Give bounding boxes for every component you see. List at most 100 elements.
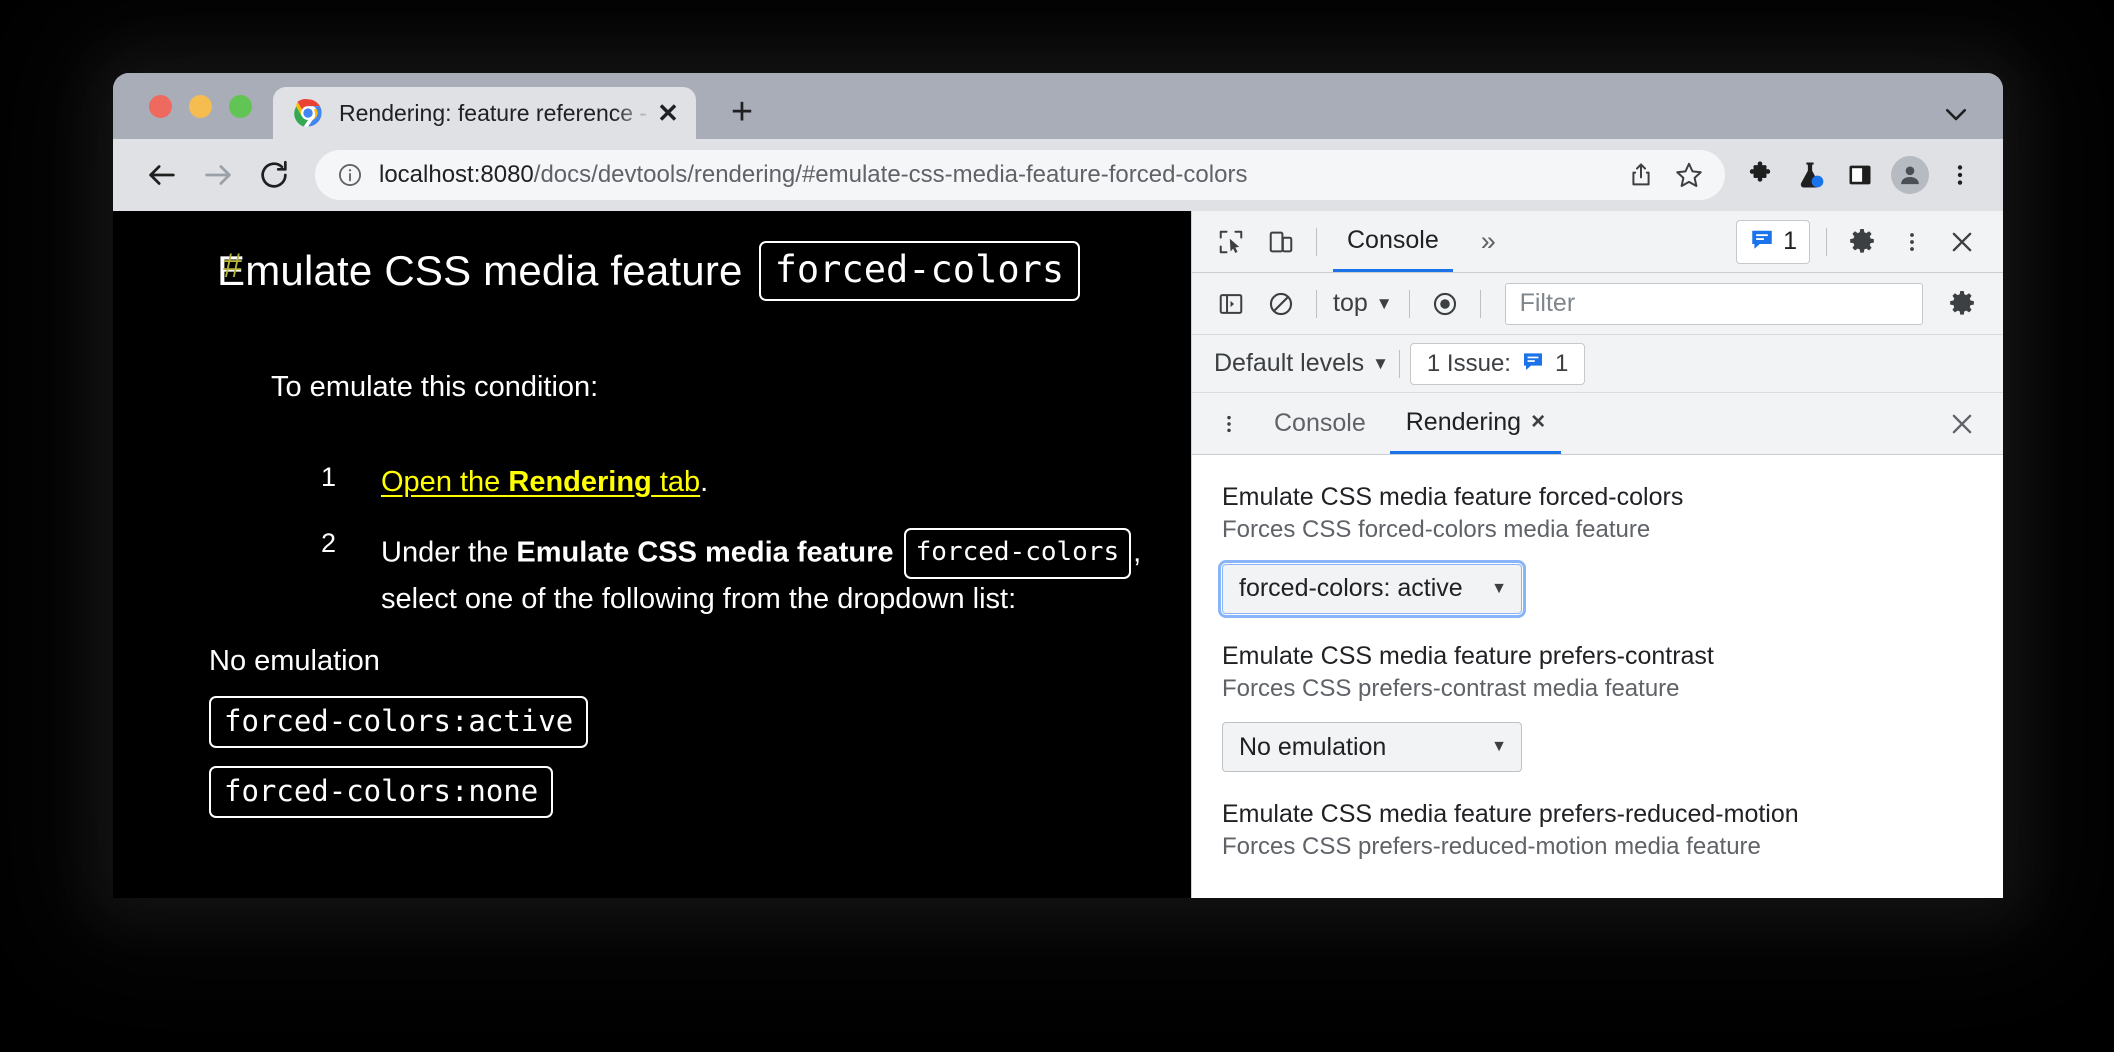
page-intro-text: To emulate this condition:	[271, 371, 599, 403]
step2-code: forced-colors	[903, 527, 1132, 580]
gear-icon[interactable]	[1837, 219, 1887, 265]
console-settings-gear-icon[interactable]	[1937, 281, 1987, 327]
tab-title: Rendering: feature reference -	[339, 99, 648, 126]
option-no-emulation: No emulation	[209, 644, 380, 677]
chevron-down-icon[interactable]	[1941, 99, 1971, 129]
forced-colors-select-value: forced-colors: active	[1239, 574, 1463, 603]
render-group-desc: Forces CSS forced-colors media feature	[1222, 516, 1651, 543]
issue-pill-count: 1	[1554, 349, 1569, 377]
maximize-window-button[interactable]	[229, 95, 252, 118]
browser-window: Rendering: feature reference - ✕ + local…	[113, 73, 2003, 898]
forced-colors-select[interactable]: forced-colors: active ▼	[1218, 559, 1526, 618]
browser-toolbar: localhost:8080/docs/devtools/rendering/#…	[113, 139, 2003, 211]
tab-close-icon[interactable]: ✕	[654, 99, 682, 127]
heading-anchor-link[interactable]: #	[223, 247, 242, 286]
prefers-contrast-select[interactable]: No emulation ▼	[1222, 722, 1522, 773]
render-group-desc: Forces CSS prefers-reduced-motion media …	[1222, 833, 1761, 861]
side-panel-icon[interactable]	[1835, 153, 1885, 197]
info-circle-icon[interactable]	[337, 162, 363, 188]
devtools-panel: Console » 1 top ▼ Filter Default levels …	[1191, 211, 2003, 898]
render-group-title: Emulate CSS media feature prefers-reduce…	[1222, 800, 1799, 829]
chevron-down-icon: ▼	[1375, 293, 1393, 313]
levels-divider	[1398, 349, 1400, 378]
devtools-toolbar: Console » 1	[1192, 211, 2003, 273]
new-tab-button[interactable]: +	[723, 93, 761, 133]
chrome-favicon	[293, 98, 323, 128]
filter-divider	[1316, 289, 1317, 318]
devtools-close-icon[interactable]	[1937, 219, 1987, 265]
page-viewport: # Emulate CSS media feature forced-color…	[113, 211, 1191, 898]
log-levels-select[interactable]: Default levels ▼	[1214, 349, 1389, 378]
list-item: 1 Open the Rendering tab.	[113, 462, 1191, 504]
tabs-overflow-button[interactable]: »	[1473, 226, 1504, 257]
page-heading: Emulate CSS media feature forced-colors	[113, 233, 1191, 309]
filter-divider	[1479, 289, 1481, 318]
issue-pill-label: 1 Issue:	[1426, 349, 1511, 377]
drawer-tab-bar: Console Rendering ×	[1192, 393, 2003, 455]
step-number: 2	[321, 527, 337, 558]
option-forced-colors-none: forced-colors:none	[209, 765, 554, 818]
context-label: top	[1333, 289, 1368, 317]
steps-list: 1 Open the Rendering tab. 2 Under the Em…	[113, 462, 1191, 621]
window-traffic-lights	[149, 95, 252, 118]
drawer-tab-rendering[interactable]: Rendering ×	[1389, 393, 1562, 454]
drawer-tab-console[interactable]: Console	[1258, 393, 1382, 454]
render-group-prefers-reduced-motion: Emulate CSS media feature prefers-reduce…	[1222, 798, 1973, 863]
step2-prefix: Under the	[381, 536, 517, 569]
drawer-tab-rendering-label: Rendering	[1405, 407, 1522, 436]
issues-summary-pill[interactable]: 1 Issue: 1	[1409, 342, 1586, 385]
drawer-close-icon[interactable]	[1937, 401, 1987, 447]
tab-console[interactable]: Console	[1333, 211, 1453, 272]
share-icon[interactable]	[1619, 153, 1663, 197]
extensions-puzzle-icon[interactable]	[1735, 153, 1785, 197]
devtools-more-kebab-icon[interactable]	[1887, 219, 1937, 265]
prefers-contrast-select-value: No emulation	[1239, 732, 1387, 761]
close-window-button[interactable]	[149, 95, 172, 118]
filter-input[interactable]: Filter	[1504, 282, 1923, 325]
link-prefix: Open the	[381, 466, 509, 498]
step-text: Under the Emulate CSS media feature forc…	[381, 527, 1142, 621]
forward-button[interactable]	[195, 152, 241, 198]
browser-tab[interactable]: Rendering: feature reference - ✕	[273, 87, 696, 139]
step2-comma: ,	[1133, 536, 1142, 569]
page-title-code: forced-colors	[758, 240, 1081, 302]
step2-bold: Emulate CSS media feature	[516, 536, 894, 569]
render-group-title: Emulate CSS media feature forced-colors	[1222, 483, 1684, 511]
step-trailing: .	[700, 466, 709, 498]
issue-message-icon	[1749, 226, 1775, 257]
device-toolbar-icon[interactable]	[1256, 219, 1306, 265]
levels-label: Default levels	[1214, 349, 1365, 377]
content-area: # Emulate CSS media feature forced-color…	[113, 211, 2003, 898]
console-sidebar-icon[interactable]	[1206, 281, 1256, 327]
flask-icon[interactable]	[1785, 153, 1835, 197]
chevron-down-icon: ▼	[1372, 353, 1389, 373]
drawer-tab-rendering-close-icon[interactable]: ×	[1531, 408, 1545, 436]
avatar-icon[interactable]	[1885, 153, 1935, 197]
drawer-more-kebab-icon[interactable]	[1208, 403, 1250, 445]
live-expression-icon[interactable]	[1420, 281, 1470, 327]
console-levels-bar: Default levels ▼ 1 Issue: 1	[1192, 335, 2003, 393]
chevron-down-icon: ▼	[1491, 579, 1507, 597]
tab-strip: Rendering: feature reference - ✕ +	[113, 73, 2003, 139]
bookmark-star-icon[interactable]	[1667, 153, 1711, 197]
minimize-window-button[interactable]	[189, 95, 212, 118]
clear-console-icon[interactable]	[1256, 281, 1306, 327]
address-bar-text: localhost:8080/docs/devtools/rendering/#…	[379, 161, 1615, 189]
browser-menu-kebab-icon[interactable]	[1935, 153, 1985, 197]
list-item: 2 Under the Emulate CSS media feature fo…	[113, 527, 1191, 621]
filter-divider	[1408, 289, 1410, 318]
reload-button[interactable]	[251, 152, 297, 198]
rendering-panel: Emulate CSS media feature forced-colors …	[1192, 455, 2003, 898]
console-filter-bar: top ▼ Filter	[1192, 273, 2003, 335]
address-bar[interactable]: localhost:8080/docs/devtools/rendering/#…	[315, 150, 1725, 200]
issues-count: 1	[1783, 227, 1797, 255]
link-bold: Rendering	[508, 466, 652, 498]
step-number: 1	[321, 462, 337, 492]
inspect-cursor-icon[interactable]	[1206, 219, 1256, 265]
execution-context-select[interactable]: top ▼	[1327, 289, 1399, 318]
issues-badge[interactable]: 1	[1736, 219, 1810, 264]
back-button[interactable]	[139, 152, 185, 198]
chevron-down-icon: ▼	[1491, 738, 1507, 756]
rendering-tab-link[interactable]: Open the Rendering tab	[381, 466, 700, 498]
render-group-prefers-contrast: Emulate CSS media feature prefers-contra…	[1222, 640, 1973, 773]
